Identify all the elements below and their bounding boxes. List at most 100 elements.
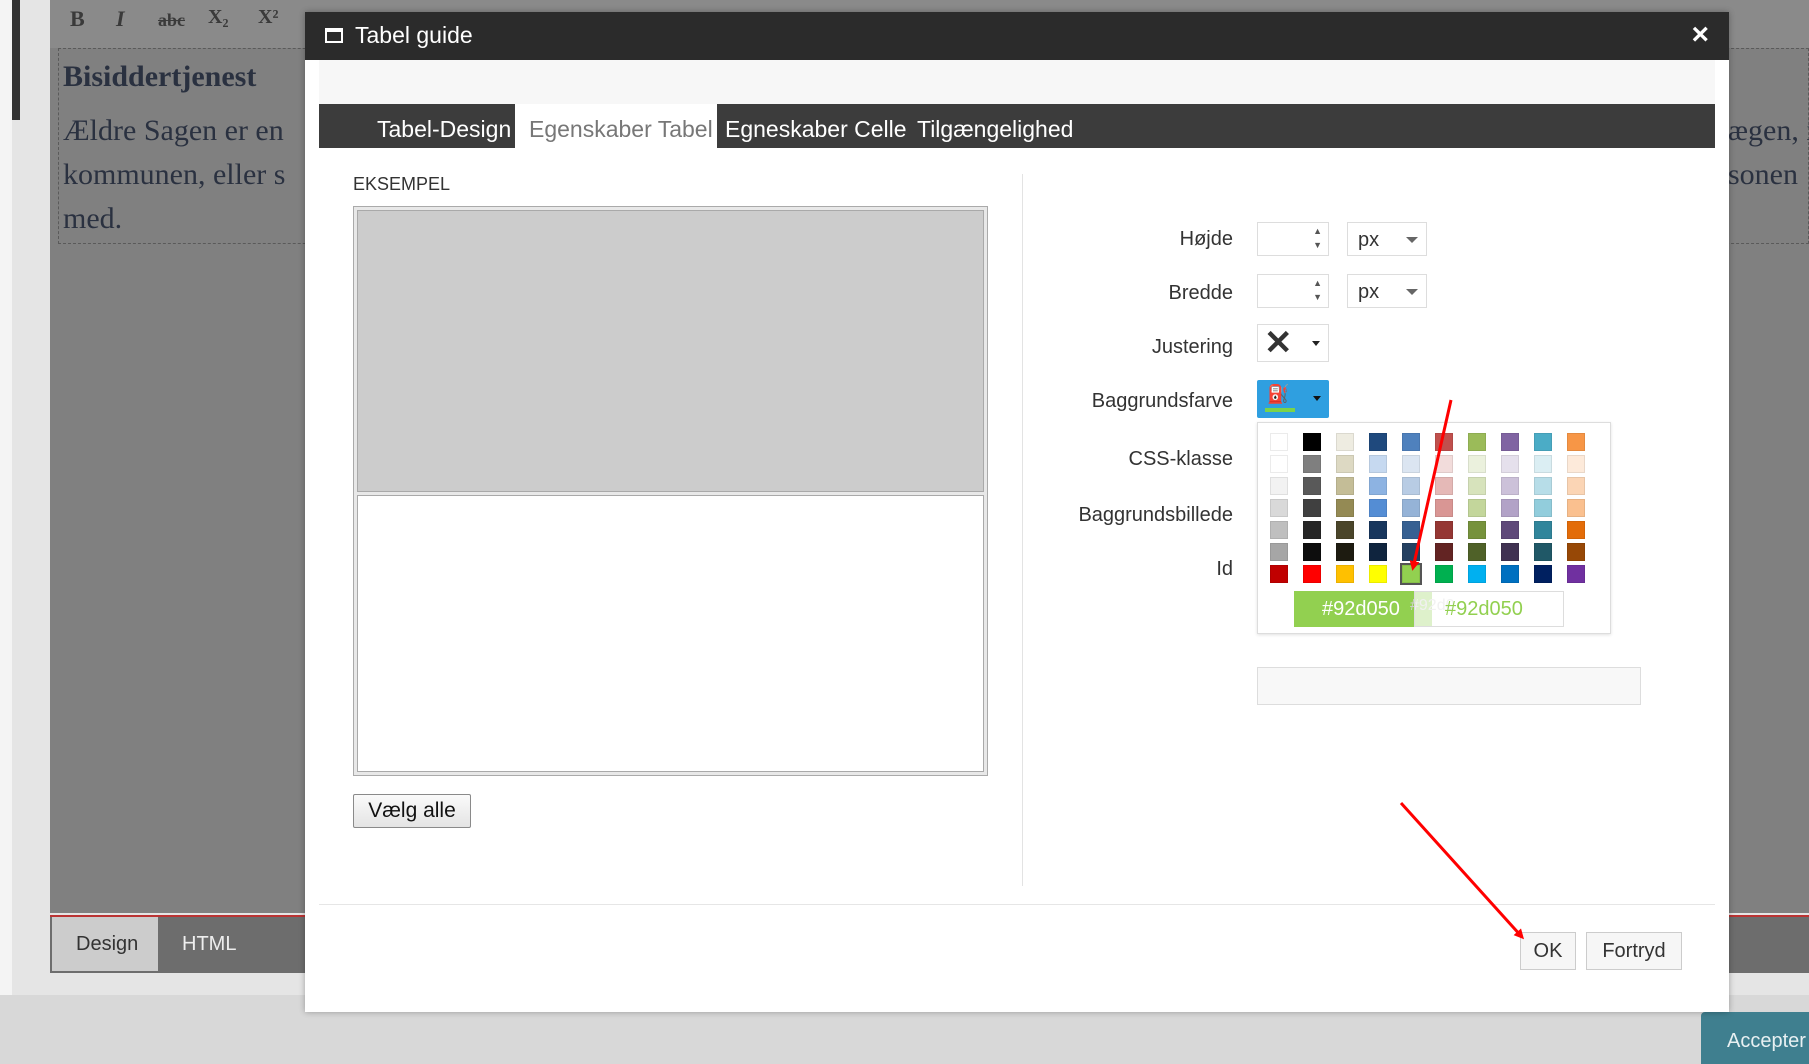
color-swatch[interactable] xyxy=(1270,477,1288,495)
color-swatch[interactable] xyxy=(1336,477,1354,495)
ok-button[interactable]: OK xyxy=(1520,932,1576,970)
color-swatch[interactable] xyxy=(1468,433,1486,451)
color-swatch[interactable] xyxy=(1501,565,1519,583)
tab-cell-properties[interactable]: Egneskaber Celle xyxy=(725,104,907,148)
color-swatch[interactable] xyxy=(1435,455,1453,473)
tab-table-design[interactable]: Tabel-Design xyxy=(377,104,511,148)
tab-html[interactable]: HTML xyxy=(158,917,261,971)
color-swatch[interactable] xyxy=(1270,565,1288,583)
color-swatch[interactable] xyxy=(1534,477,1552,495)
strikethrough-button[interactable]: abc xyxy=(158,10,185,31)
color-swatch[interactable] xyxy=(1402,433,1420,451)
color-swatch[interactable] xyxy=(1303,565,1321,583)
color-swatch[interactable] xyxy=(1303,477,1321,495)
color-swatch[interactable] xyxy=(1567,499,1585,517)
height-input[interactable]: ▲ ▼ xyxy=(1257,222,1329,256)
color-swatch[interactable] xyxy=(1402,543,1420,561)
color-swatch[interactable] xyxy=(1435,499,1453,517)
color-swatch[interactable] xyxy=(1336,455,1354,473)
color-swatch[interactable] xyxy=(1336,543,1354,561)
color-swatch[interactable] xyxy=(1303,543,1321,561)
color-swatch[interactable] xyxy=(1400,563,1422,585)
tab-table-properties[interactable]: Egenskaber Tabel xyxy=(515,104,717,148)
italic-button[interactable]: I xyxy=(116,6,125,32)
color-swatch[interactable] xyxy=(1303,433,1321,451)
color-swatch[interactable] xyxy=(1501,543,1519,561)
hex-color-input[interactable]: #92d050 xyxy=(1414,591,1564,627)
color-swatch[interactable] xyxy=(1270,455,1288,473)
spin-down-icon[interactable]: ▼ xyxy=(1313,293,1322,302)
tab-design[interactable]: Design xyxy=(52,917,163,971)
color-swatch[interactable] xyxy=(1336,499,1354,517)
color-swatch[interactable] xyxy=(1567,565,1585,583)
color-swatch[interactable] xyxy=(1534,499,1552,517)
bold-button[interactable]: B xyxy=(70,6,85,32)
color-swatch[interactable] xyxy=(1369,455,1387,473)
color-swatch[interactable] xyxy=(1468,455,1486,473)
color-swatch[interactable] xyxy=(1270,433,1288,451)
color-swatch[interactable] xyxy=(1468,543,1486,561)
preview-cell-top[interactable] xyxy=(357,210,984,492)
id-input[interactable] xyxy=(1257,667,1641,705)
color-swatch[interactable] xyxy=(1567,477,1585,495)
color-swatch[interactable] xyxy=(1369,543,1387,561)
color-swatch[interactable] xyxy=(1402,477,1420,495)
color-swatch[interactable] xyxy=(1435,433,1453,451)
width-input[interactable]: ▲ ▼ xyxy=(1257,274,1329,308)
color-swatch[interactable] xyxy=(1402,521,1420,539)
color-swatch[interactable] xyxy=(1369,433,1387,451)
color-swatch[interactable] xyxy=(1468,521,1486,539)
spin-up-icon[interactable]: ▲ xyxy=(1313,279,1322,288)
color-swatch[interactable] xyxy=(1369,521,1387,539)
color-swatch[interactable] xyxy=(1468,499,1486,517)
color-swatch[interactable] xyxy=(1270,521,1288,539)
color-swatch[interactable] xyxy=(1336,565,1354,583)
width-unit-select[interactable]: px xyxy=(1347,274,1427,308)
height-unit-select[interactable]: px xyxy=(1347,222,1427,256)
subscript-button[interactable]: X₂ xyxy=(208,6,228,29)
color-swatch[interactable] xyxy=(1567,521,1585,539)
color-swatch[interactable] xyxy=(1303,521,1321,539)
color-swatch[interactable] xyxy=(1402,499,1420,517)
color-swatch[interactable] xyxy=(1336,521,1354,539)
cancel-button[interactable]: Fortryd xyxy=(1586,932,1682,970)
color-swatch[interactable] xyxy=(1369,477,1387,495)
preview-cell-bottom[interactable] xyxy=(357,495,984,772)
color-swatch[interactable] xyxy=(1369,499,1387,517)
color-swatch[interactable] xyxy=(1435,565,1453,583)
color-swatch[interactable] xyxy=(1402,455,1420,473)
color-swatch[interactable] xyxy=(1567,455,1585,473)
color-swatch[interactable] xyxy=(1270,499,1288,517)
color-swatch[interactable] xyxy=(1534,565,1552,583)
color-swatch[interactable] xyxy=(1501,499,1519,517)
bg-color-dropdown[interactable]: ⛽ xyxy=(1257,380,1329,418)
color-swatch[interactable] xyxy=(1435,521,1453,539)
spin-up-icon[interactable]: ▲ xyxy=(1313,227,1322,236)
spin-down-icon[interactable]: ▼ xyxy=(1313,241,1322,250)
color-swatch[interactable] xyxy=(1534,543,1552,561)
color-swatch[interactable] xyxy=(1303,499,1321,517)
accept-button[interactable]: Accepter xyxy=(1701,1012,1809,1064)
color-swatch[interactable] xyxy=(1501,455,1519,473)
color-swatch[interactable] xyxy=(1567,543,1585,561)
select-all-button[interactable]: Vælg alle xyxy=(353,794,471,828)
justify-dropdown[interactable]: ✕ xyxy=(1257,324,1329,362)
color-swatch[interactable] xyxy=(1501,433,1519,451)
tab-accessibility[interactable]: Tilgængelighed xyxy=(917,104,1073,148)
color-swatch[interactable] xyxy=(1336,433,1354,451)
color-swatch[interactable] xyxy=(1435,477,1453,495)
superscript-button[interactable]: X² xyxy=(258,6,278,29)
color-swatch[interactable] xyxy=(1468,565,1486,583)
color-swatch[interactable] xyxy=(1270,543,1288,561)
color-swatch[interactable] xyxy=(1567,433,1585,451)
color-swatch[interactable] xyxy=(1534,433,1552,451)
color-swatch[interactable] xyxy=(1435,543,1453,561)
color-swatch[interactable] xyxy=(1468,477,1486,495)
color-swatch[interactable] xyxy=(1369,565,1387,583)
color-swatch[interactable] xyxy=(1534,455,1552,473)
color-swatch[interactable] xyxy=(1303,455,1321,473)
color-swatch[interactable] xyxy=(1534,521,1552,539)
color-swatch[interactable] xyxy=(1501,477,1519,495)
close-icon[interactable]: × xyxy=(1691,18,1709,52)
color-swatch[interactable] xyxy=(1501,521,1519,539)
